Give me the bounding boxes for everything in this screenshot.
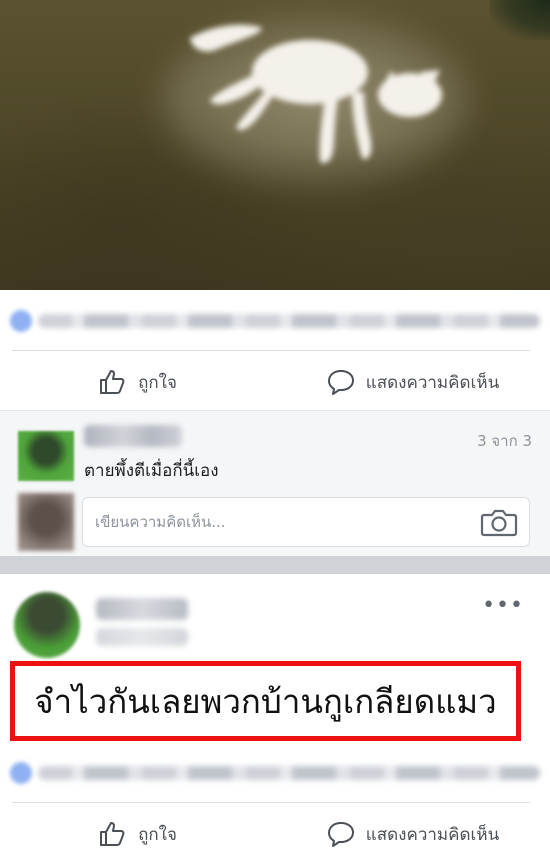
speech-bubble-icon xyxy=(327,822,354,847)
camera-button[interactable] xyxy=(469,498,529,546)
comments-section: 3 จาก 3 ตายพึ้งตีเมื่อกี่นี้เอง xyxy=(0,410,550,556)
divider xyxy=(12,350,530,351)
like-label: ถูกใจ xyxy=(138,824,177,845)
more-dots-icon[interactable]: ••• xyxy=(482,595,524,617)
like-reaction-icon xyxy=(10,310,32,332)
post-photo[interactable] xyxy=(0,0,550,290)
post2-author-avatar[interactable] xyxy=(14,592,80,658)
like-reaction-icon xyxy=(10,762,32,784)
comment-input-box[interactable] xyxy=(82,497,530,547)
post2-reaction-summary[interactable] xyxy=(10,760,540,786)
comment-label: แสดงความคิดเห็น xyxy=(365,372,500,393)
commenter-name-blurred[interactable] xyxy=(84,425,182,447)
thumbs-up-icon xyxy=(100,370,125,394)
thumbs-up-icon xyxy=(100,822,125,846)
comment-input[interactable] xyxy=(95,498,469,546)
highlighted-post-text-box: จำไวกันเลยพวกบ้านกูเกลียดแมว xyxy=(10,661,521,741)
like-label: ถูกใจ xyxy=(138,372,177,393)
current-user-avatar xyxy=(18,493,74,551)
post-separator xyxy=(0,556,550,574)
post2-author-name-blurred[interactable] xyxy=(96,598,188,620)
comment-count: 3 จาก 3 xyxy=(477,432,532,450)
speech-bubble-icon xyxy=(327,370,354,395)
comment-button[interactable]: แสดงความคิดเห็น xyxy=(275,356,550,408)
camera-icon xyxy=(480,509,518,537)
reaction-summary-blurred xyxy=(38,314,540,328)
reaction-summary-blurred xyxy=(38,766,540,780)
post2-text: จำไวกันเลยพวกบ้านกูเกลียดแมว xyxy=(34,681,497,721)
cat-illustration xyxy=(165,20,465,180)
reaction-summary[interactable] xyxy=(10,308,540,334)
comment-button[interactable]: แสดงความคิดเห็น xyxy=(275,808,550,856)
like-button[interactable]: ถูกใจ xyxy=(0,356,275,408)
post1-action-bar: ถูกใจ แสดงความคิดเห็น xyxy=(0,356,550,408)
comment-text: ตายพึ้งตีเมื่อกี่นี้เอง xyxy=(84,461,219,481)
post2-timestamp-blurred xyxy=(96,628,188,646)
divider xyxy=(12,802,530,803)
commenter-avatar[interactable] xyxy=(18,431,74,481)
post2-action-bar: ถูกใจ แสดงความคิดเห็น xyxy=(0,808,550,856)
like-button[interactable]: ถูกใจ xyxy=(0,808,275,856)
comment-label: แสดงความคิดเห็น xyxy=(365,824,500,845)
